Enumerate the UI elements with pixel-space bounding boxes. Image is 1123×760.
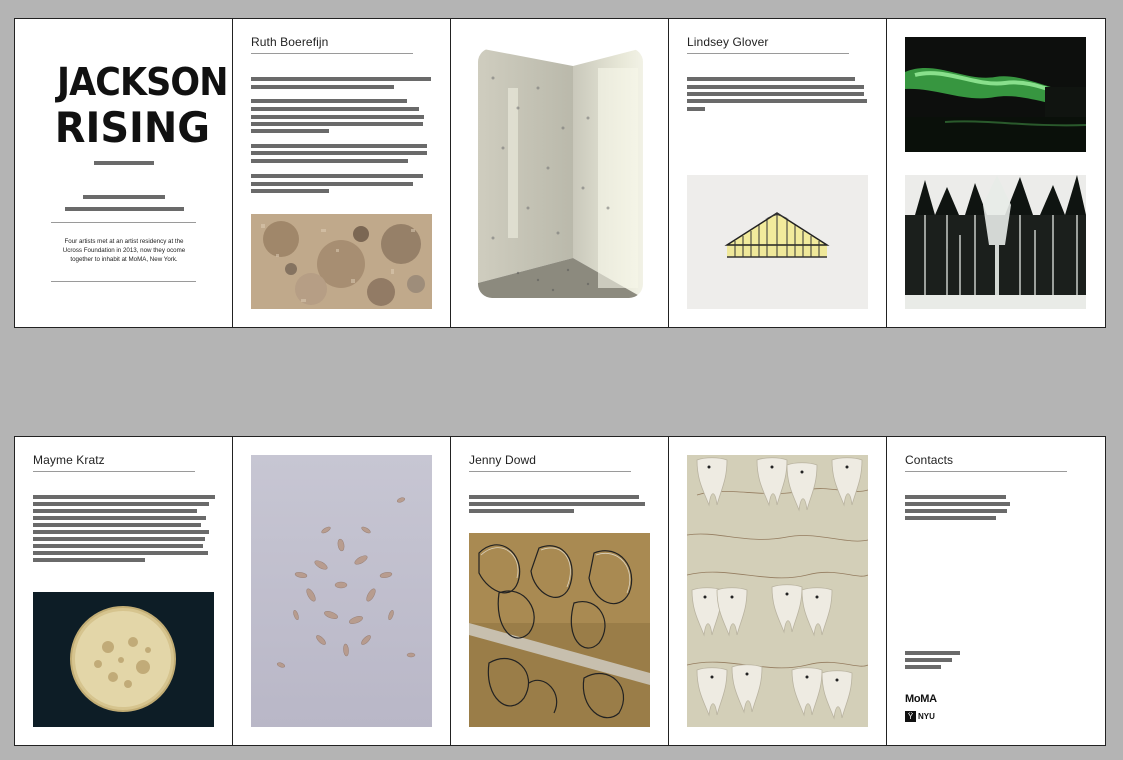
text-placeholder-bar [33, 537, 205, 541]
artist-panel-jenny: Jenny Dowd [451, 437, 669, 745]
text-placeholder-bar [687, 77, 855, 81]
installation-room-image [478, 48, 643, 298]
text-placeholder-bar [687, 85, 864, 89]
nyu-logo-text: NYU [918, 712, 935, 721]
text-placeholder-bar [251, 77, 431, 81]
nyu-logo: Ÿ NYU [905, 711, 935, 722]
image-panel-teeth [669, 437, 887, 745]
text-placeholder-bar [33, 544, 203, 548]
brochure-spread-bottom: Mayme Kratz Jenny Dowd Contacts MoMA Ÿ N… [14, 436, 1106, 746]
text-placeholder-bar [905, 665, 941, 669]
text-placeholder-bar [251, 174, 423, 178]
text-placeholder-bar [251, 115, 424, 119]
image-panel-seeds [233, 437, 451, 745]
artist-name-jenny: Jenny Dowd [469, 453, 631, 472]
brochure-spread-top: JACKSON RISING Four artists met at an ar… [14, 18, 1106, 328]
resin-disc-artwork-image [33, 592, 214, 727]
text-placeholder-bar [33, 502, 209, 506]
text-placeholder-bar [251, 159, 408, 163]
contacts-panel: Contacts MoMA Ÿ NYU [887, 437, 1105, 745]
nyu-torch-icon: Ÿ [905, 711, 916, 722]
text-placeholder-bar [33, 558, 145, 562]
text-placeholder-bar [905, 509, 1007, 513]
image-panel-room [451, 19, 669, 327]
text-placeholder-bar [94, 161, 154, 165]
text-placeholder-bar [687, 92, 864, 96]
wire-sculpture-image [469, 533, 650, 727]
cover-blurb: Four artists met at an artist residency … [62, 238, 186, 263]
text-placeholder-bar [251, 182, 413, 186]
artist-panel-mayme: Mayme Kratz [15, 437, 233, 745]
text-placeholder-bar [251, 129, 329, 133]
text-placeholder-bar [33, 509, 197, 513]
text-placeholder-bar [33, 530, 209, 534]
text-placeholder-bar [33, 523, 201, 527]
image-panel-green-forest [887, 19, 1105, 327]
text-placeholder-bar [33, 516, 206, 520]
cover-title-line2: RISING [54, 103, 211, 152]
text-placeholder-bar [251, 189, 329, 193]
text-placeholder-bar [469, 509, 574, 513]
forest-painting-image [905, 175, 1086, 309]
cover-panel: JACKSON RISING Four artists met at an ar… [15, 19, 233, 327]
artist-panel-ruth: Ruth Boerefijn [233, 19, 451, 327]
teeth-sculpture-image [687, 455, 868, 727]
moma-logo: MoMA [905, 693, 937, 705]
text-placeholder-bar [905, 502, 1010, 506]
contacts-heading: Contacts [905, 453, 1067, 472]
collage-artwork-image [251, 214, 432, 309]
text-placeholder-bar [905, 658, 952, 662]
text-placeholder-bar [33, 495, 215, 499]
text-placeholder-bar [905, 516, 996, 520]
greenhouse-illustration-image [687, 175, 868, 309]
artist-name-mayme: Mayme Kratz [33, 453, 195, 472]
text-placeholder-bar [687, 107, 705, 111]
text-placeholder-bar [469, 502, 645, 506]
text-placeholder-bar [251, 85, 394, 89]
text-placeholder-bar [83, 195, 165, 199]
text-placeholder-bar [905, 495, 1006, 499]
text-placeholder-bar [251, 122, 423, 126]
artist-name-lindsey: Lindsey Glover [687, 35, 849, 54]
artist-name-ruth: Ruth Boerefijn [251, 35, 413, 54]
text-placeholder-bar [251, 144, 427, 148]
cover-title-line1: JACKSON [57, 60, 228, 104]
text-placeholder-bar [251, 107, 419, 111]
artist-panel-lindsey: Lindsey Glover [669, 19, 887, 327]
text-placeholder-bar [687, 99, 867, 103]
text-placeholder-bar [251, 99, 407, 103]
text-placeholder-bar [65, 207, 184, 211]
cover-divider [51, 222, 196, 223]
text-placeholder-bar [905, 651, 960, 655]
text-placeholder-bar [33, 551, 208, 555]
cover-title: JACKSON RISING [51, 59, 229, 152]
text-placeholder-bar [469, 495, 639, 499]
green-light-installation-image [905, 37, 1086, 152]
cover-divider [51, 281, 196, 282]
text-placeholder-bar [251, 151, 427, 155]
seed-pods-artwork-image [251, 455, 432, 727]
